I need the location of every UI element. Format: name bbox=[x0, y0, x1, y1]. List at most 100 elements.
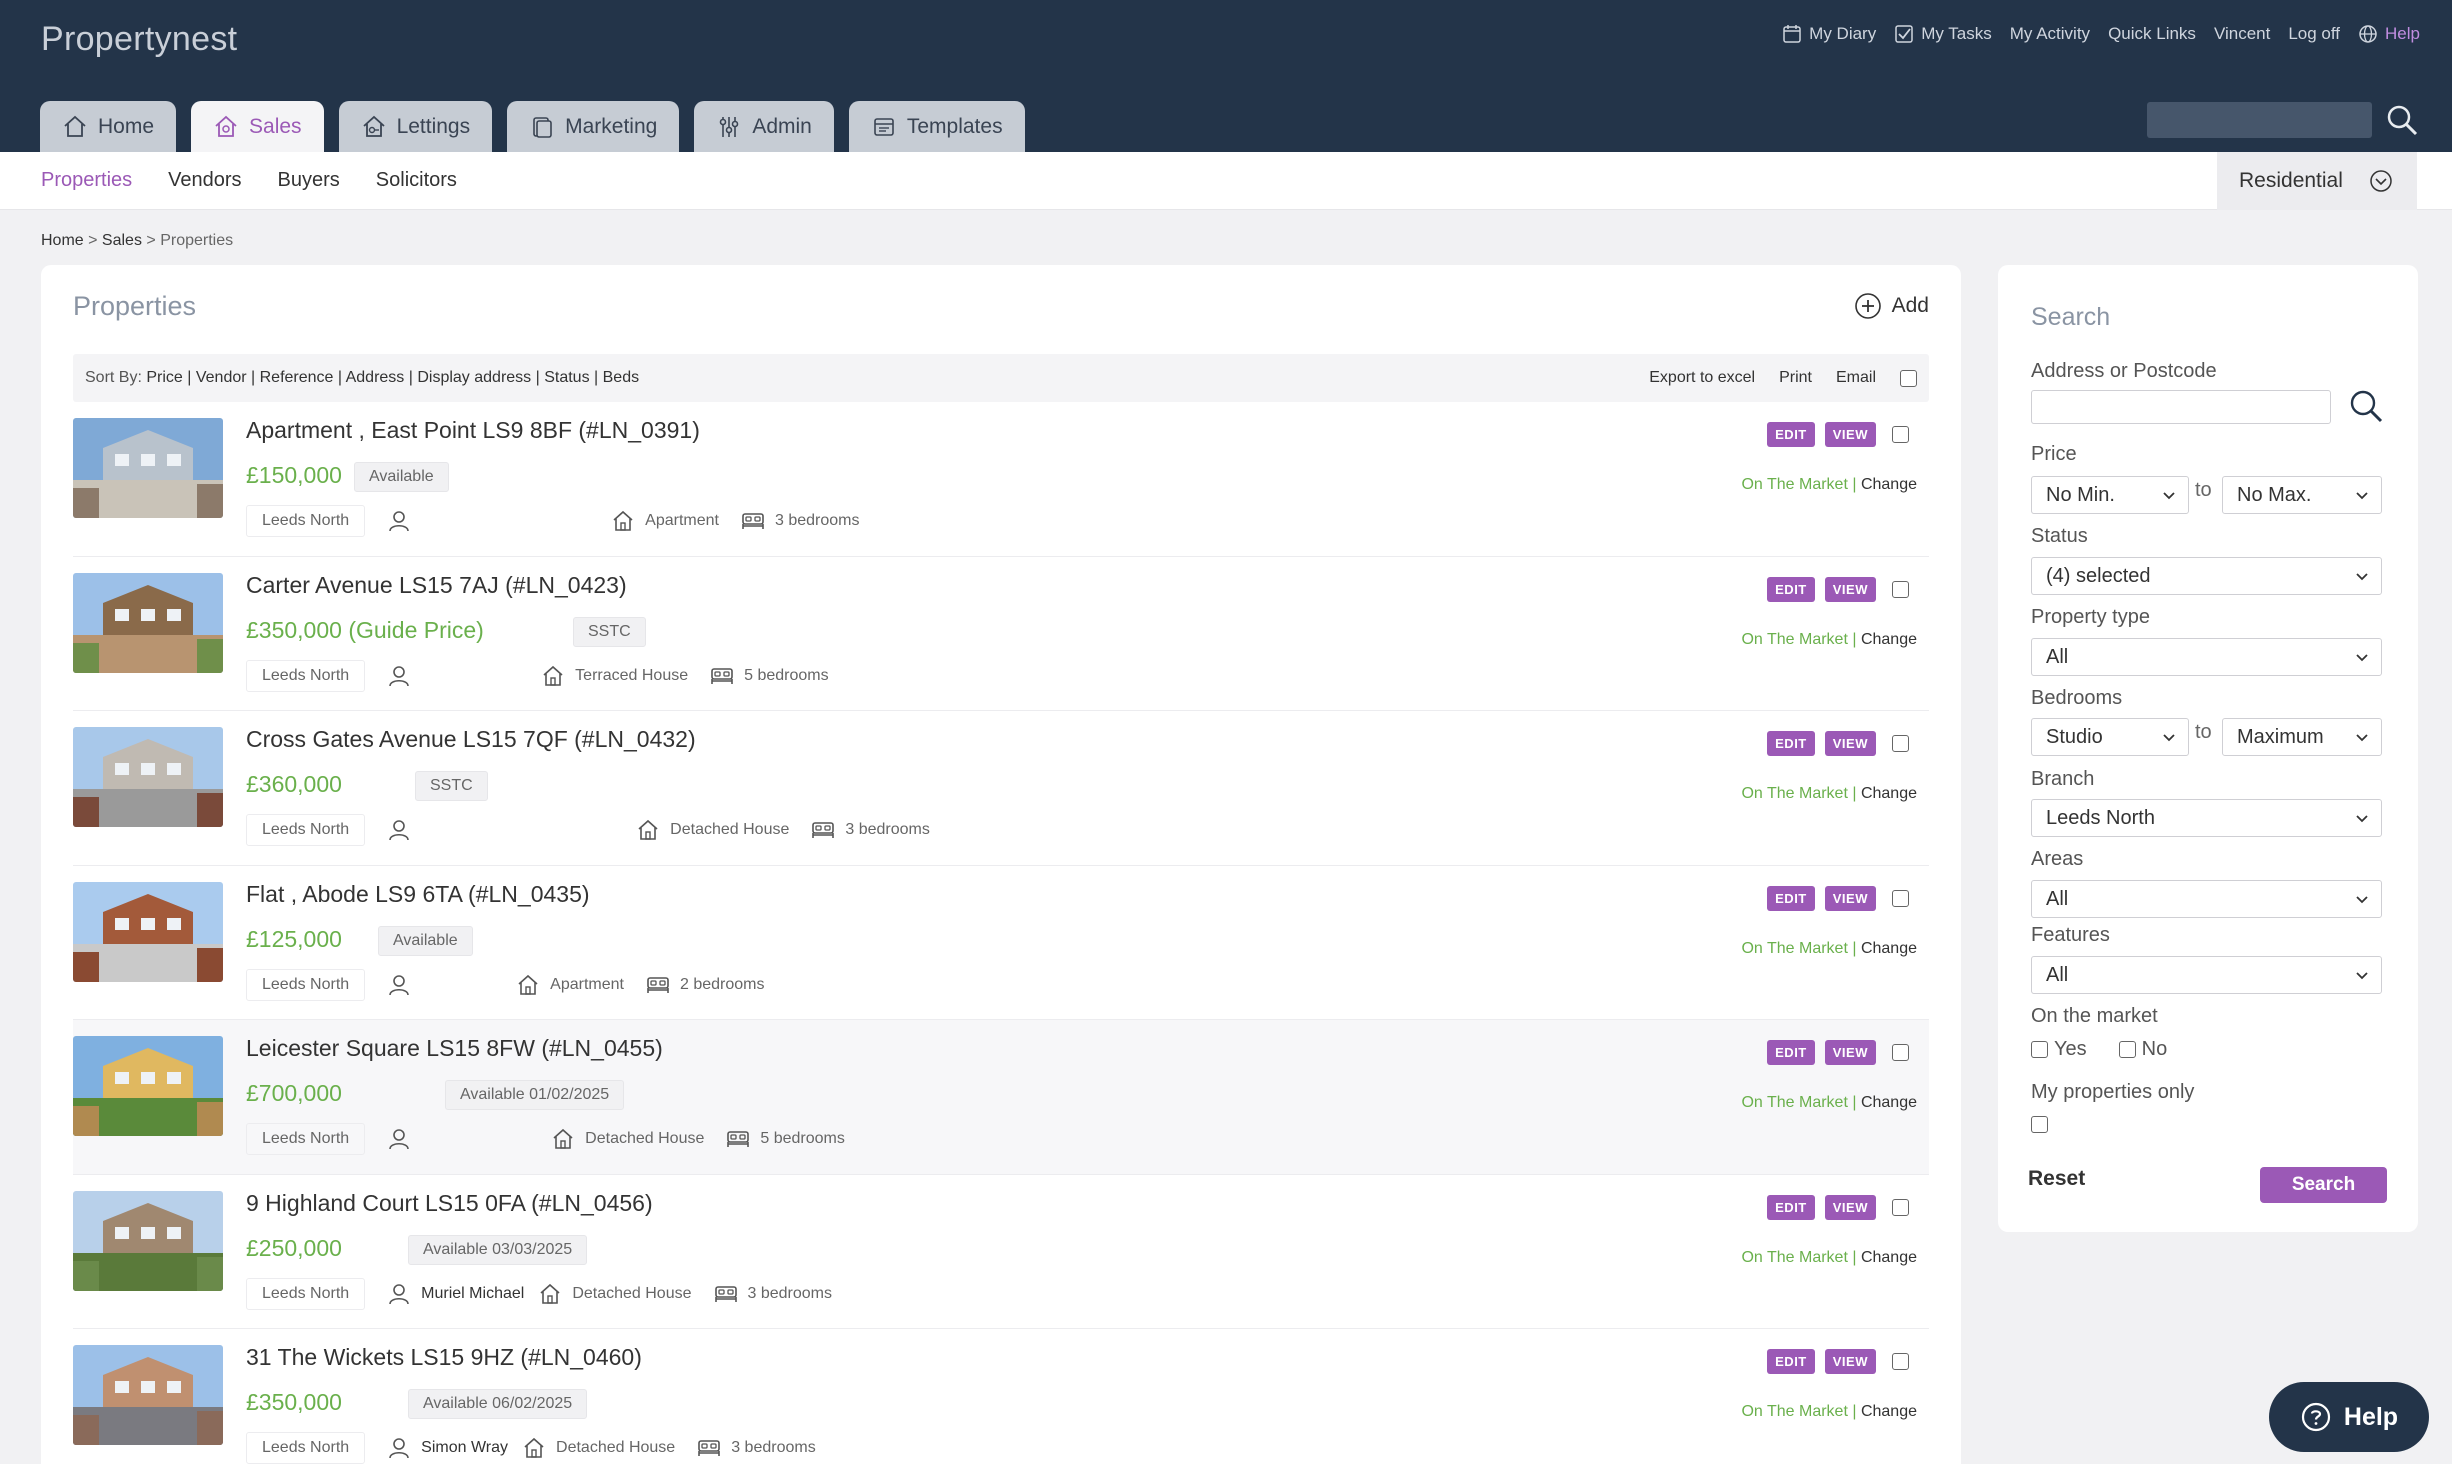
edit-button[interactable]: EDIT bbox=[1767, 422, 1815, 447]
property-address[interactable]: Apartment , East Point LS9 8BF (#LN_0391… bbox=[246, 417, 700, 444]
property-address[interactable]: Carter Avenue LS15 7AJ (#LN_0423) bbox=[246, 572, 627, 599]
add-property-button[interactable]: Add bbox=[1854, 292, 1929, 320]
view-button[interactable]: VIEW bbox=[1824, 1349, 1876, 1374]
features-select[interactable]: All bbox=[2031, 956, 2382, 994]
row-select-checkbox[interactable] bbox=[1892, 735, 1909, 752]
view-button[interactable]: VIEW bbox=[1824, 576, 1876, 602]
change-status-link[interactable]: Change bbox=[1861, 1403, 1917, 1420]
view-button[interactable]: VIEW bbox=[1824, 1040, 1876, 1065]
tab-marketing[interactable]: Marketing bbox=[507, 101, 680, 152]
areas-select[interactable]: All bbox=[2031, 880, 2382, 918]
my-tasks-link[interactable]: My Tasks bbox=[1894, 24, 1992, 44]
tab-admin[interactable]: Admin bbox=[694, 101, 834, 152]
property-photo[interactable] bbox=[73, 881, 223, 982]
breadcrumb-sales[interactable]: Sales bbox=[102, 232, 142, 249]
view-button[interactable]: VIEW bbox=[1824, 1194, 1876, 1220]
bed-min-value: Studio bbox=[2046, 725, 2103, 748]
reset-button[interactable]: Reset bbox=[2028, 1167, 2085, 1191]
tab-templates[interactable]: Templates bbox=[848, 101, 1025, 152]
log-off-link[interactable]: Log off bbox=[2288, 24, 2340, 44]
property-row[interactable]: Apartment , East Point LS9 8BF (#LN_0391… bbox=[73, 402, 1929, 557]
row-select-checkbox[interactable] bbox=[1892, 1044, 1909, 1061]
property-row[interactable]: 9 Highland Court LS15 0FA (#LN_0456) £250… bbox=[73, 1175, 1929, 1329]
subnav-properties[interactable]: Properties bbox=[41, 169, 132, 192]
tab-home[interactable]: Home bbox=[40, 101, 177, 152]
property-address[interactable]: Cross Gates Avenue LS15 7QF (#LN_0432) bbox=[246, 726, 696, 753]
row-select-checkbox[interactable] bbox=[1892, 889, 1909, 907]
tab-sales[interactable]: Sales bbox=[191, 101, 324, 152]
view-button[interactable]: VIEW bbox=[1824, 885, 1876, 911]
export-excel-link[interactable]: Export to excel bbox=[1649, 369, 1755, 387]
help-link[interactable]: Help bbox=[2358, 24, 2420, 44]
price-max-select[interactable]: No Max. bbox=[2222, 476, 2382, 514]
property-photo[interactable] bbox=[73, 418, 223, 518]
app-brand[interactable]: Propertynest bbox=[41, 20, 237, 59]
bedrooms-max-select[interactable]: Maximum bbox=[2222, 718, 2382, 756]
on-market-no-checkbox[interactable] bbox=[2118, 1041, 2136, 1058]
print-link[interactable]: Print bbox=[1779, 369, 1812, 387]
property-row[interactable]: Leicester Square LS15 8FW (#LN_0455) £700… bbox=[73, 1020, 1929, 1175]
property-photo[interactable] bbox=[73, 572, 223, 673]
property-row[interactable]: 31 The Wickets LS15 9HZ (#LN_0460) £350,0… bbox=[73, 1329, 1929, 1464]
branch-select[interactable]: Leeds North bbox=[2031, 799, 2382, 837]
edit-button[interactable]: EDIT bbox=[1767, 576, 1815, 602]
row-select-checkbox[interactable] bbox=[1892, 580, 1909, 598]
quick-links-link[interactable]: Quick Links bbox=[2108, 24, 2196, 44]
property-row[interactable]: Carter Avenue LS15 7AJ (#LN_0423) £350,00… bbox=[73, 557, 1929, 711]
breadcrumb-home[interactable]: Home bbox=[41, 232, 84, 249]
change-status-link[interactable]: Change bbox=[1861, 785, 1917, 802]
subnav-vendors[interactable]: Vendors bbox=[168, 169, 241, 192]
edit-button[interactable]: EDIT bbox=[1767, 1040, 1815, 1065]
property-type-select[interactable]: All bbox=[2031, 638, 2382, 676]
row-select-checkbox[interactable] bbox=[1892, 426, 1909, 443]
change-status-link[interactable]: Change bbox=[1861, 1249, 1917, 1266]
property-photo[interactable] bbox=[73, 1345, 223, 1445]
property-address[interactable]: Flat , Abode LS9 6TA (#LN_0435) bbox=[246, 881, 590, 908]
property-address[interactable]: 9 Highland Court LS15 0FA (#LN_0456) bbox=[246, 1190, 653, 1217]
search-icon[interactable] bbox=[2347, 387, 2385, 425]
property-photo[interactable] bbox=[73, 1036, 223, 1136]
status-select[interactable]: (4) selected bbox=[2031, 557, 2382, 595]
view-button[interactable]: VIEW bbox=[1824, 422, 1876, 447]
global-search-input[interactable] bbox=[2147, 102, 2372, 138]
property-address[interactable]: Leicester Square LS15 8FW (#LN_0455) bbox=[246, 1035, 663, 1062]
help-floating-button[interactable]: Help bbox=[2269, 1382, 2429, 1452]
row-select-checkbox[interactable] bbox=[1892, 1198, 1909, 1216]
property-photo[interactable] bbox=[73, 727, 223, 827]
sort-options[interactable]: Price | Vendor | Reference | Address | D… bbox=[146, 369, 639, 387]
my-properties-checkbox[interactable] bbox=[2031, 1116, 2048, 1133]
property-row[interactable]: Cross Gates Avenue LS15 7QF (#LN_0432) £3… bbox=[73, 711, 1929, 866]
my-activity-link[interactable]: My Activity bbox=[2010, 24, 2090, 44]
email-link[interactable]: Email bbox=[1836, 369, 1876, 387]
change-status-link[interactable]: Change bbox=[1861, 631, 1917, 648]
bedroom-count: 3 bedrooms bbox=[774, 512, 860, 529]
edit-button[interactable]: EDIT bbox=[1767, 1194, 1815, 1220]
row-select-checkbox[interactable] bbox=[1892, 1353, 1909, 1370]
market-type-select[interactable]: Residential bbox=[2217, 152, 2417, 210]
view-button[interactable]: VIEW bbox=[1824, 731, 1876, 756]
price-min-select[interactable]: No Min. bbox=[2031, 476, 2189, 514]
bedrooms-min-select[interactable]: Studio bbox=[2031, 718, 2189, 756]
change-status-link[interactable]: Change bbox=[1861, 940, 1917, 957]
tab-lettings[interactable]: Lettings bbox=[338, 101, 493, 152]
select-all-checkbox[interactable] bbox=[1900, 369, 1917, 387]
user-name-link[interactable]: Vincent bbox=[2214, 24, 2270, 44]
property-photo[interactable] bbox=[73, 1190, 223, 1291]
edit-button[interactable]: EDIT bbox=[1767, 885, 1815, 911]
property-list: Apartment , East Point LS9 8BF (#LN_0391… bbox=[73, 402, 1929, 1464]
change-status-link[interactable]: Change bbox=[1861, 1094, 1917, 1111]
edit-button[interactable]: EDIT bbox=[1767, 1349, 1815, 1374]
property-row[interactable]: Flat , Abode LS9 6TA (#LN_0435) £125,000 A… bbox=[73, 866, 1929, 1020]
change-status-link[interactable]: Change bbox=[1861, 476, 1917, 493]
my-diary-link[interactable]: My Diary bbox=[1782, 24, 1876, 44]
property-address[interactable]: 31 The Wickets LS15 9HZ (#LN_0460) bbox=[246, 1344, 642, 1371]
vendor-name[interactable]: Muriel Michael bbox=[421, 1285, 524, 1303]
vendor-name[interactable]: Simon Wray bbox=[421, 1439, 508, 1457]
subnav-buyers[interactable]: Buyers bbox=[278, 169, 340, 192]
search-icon[interactable] bbox=[2384, 102, 2420, 138]
edit-button[interactable]: EDIT bbox=[1767, 731, 1815, 756]
address-postcode-input[interactable] bbox=[2031, 390, 2331, 424]
search-submit-button[interactable]: Search bbox=[2260, 1167, 2387, 1203]
subnav-solicitors[interactable]: Solicitors bbox=[376, 169, 457, 192]
on-market-yes-checkbox[interactable] bbox=[2031, 1041, 2048, 1058]
